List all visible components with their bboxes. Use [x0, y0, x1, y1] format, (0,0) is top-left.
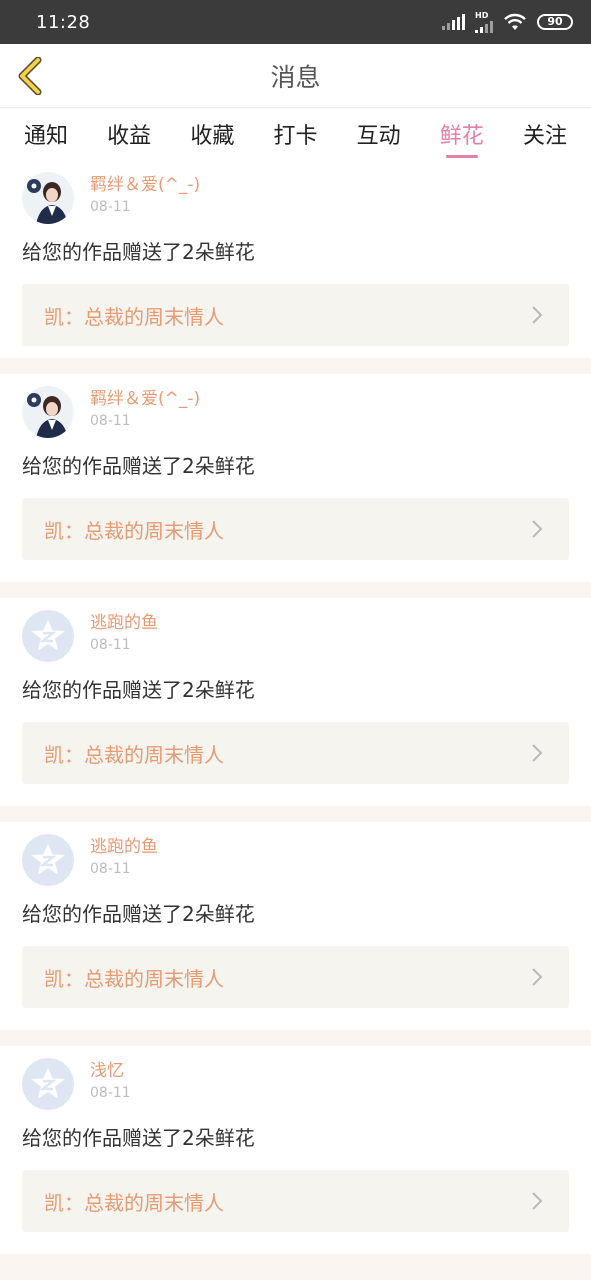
tab-label: 收藏	[190, 124, 235, 149]
tab-label: 收益	[107, 124, 152, 149]
status-icons: HD 90	[442, 10, 573, 33]
default-avatar-icon	[22, 834, 74, 886]
message-card: 逃跑的鱼 08-11 给您的作品赠送了2朵鲜花 凯：总裁的周末情人	[0, 598, 591, 806]
username[interactable]: 羁绊＆爱(^_-)	[90, 174, 200, 196]
user-row: 羁绊＆爱(^_-) 08-11	[22, 386, 569, 438]
user-row: 羁绊＆爱(^_-) 08-11	[22, 172, 569, 224]
tab-favorites[interactable]: 收藏	[190, 108, 234, 158]
user-meta: 逃跑的鱼 08-11	[90, 834, 158, 880]
tab-label: 打卡	[273, 124, 318, 149]
user-row: 逃跑的鱼 08-11	[22, 834, 569, 886]
message-date: 08-11	[90, 1085, 131, 1101]
chevron-right-icon	[527, 967, 547, 987]
hd-signal-icon: HD	[475, 10, 493, 33]
username[interactable]: 逃跑的鱼	[90, 836, 158, 858]
tab-label: 鲜花	[439, 124, 484, 149]
tab-earnings[interactable]: 收益	[107, 108, 151, 158]
message-date: 08-11	[90, 199, 131, 215]
tab-label: 通知	[24, 124, 69, 149]
chevron-right-icon	[527, 519, 547, 539]
chevron-right-icon	[527, 1191, 547, 1211]
status-bar: 11:28 HD 90	[0, 0, 591, 44]
work-link[interactable]: 凯：总裁的周末情人	[22, 722, 569, 784]
username[interactable]: 浅忆	[90, 1060, 131, 1082]
active-tab-indicator	[445, 155, 478, 158]
work-link[interactable]: 凯：总裁的周末情人	[22, 498, 569, 560]
work-title: 凯：总裁的周末情人	[44, 304, 224, 329]
status-time: 11:28	[36, 11, 91, 33]
message-card: 羁绊＆爱(^_-) 08-11 给您的作品赠送了2朵鲜花 凯：总裁的周末情人	[0, 374, 591, 582]
tab-flowers[interactable]: 鲜花	[440, 108, 484, 158]
user-meta: 羁绊＆爱(^_-) 08-11	[90, 386, 200, 432]
message-text: 给您的作品赠送了2朵鲜花	[22, 902, 255, 926]
username[interactable]: 羁绊＆爱(^_-)	[90, 388, 200, 410]
work-link[interactable]: 凯：总裁的周末情人	[22, 284, 569, 346]
work-link[interactable]: 凯：总裁的周末情人	[22, 946, 569, 1008]
back-button[interactable]	[12, 56, 48, 96]
user-avatar[interactable]	[22, 386, 74, 438]
tab-interactions[interactable]: 互动	[357, 108, 401, 158]
message-date: 08-11	[90, 413, 131, 429]
tab-checkin[interactable]: 打卡	[273, 108, 317, 158]
chevron-right-icon	[527, 305, 547, 325]
hd-label: HD	[475, 10, 489, 20]
app-header: 消息	[0, 44, 591, 108]
tab-notifications[interactable]: 通知	[24, 108, 68, 158]
work-title: 凯：总裁的周末情人	[44, 742, 224, 767]
battery-level: 90	[547, 15, 563, 28]
user-row: 浅忆 08-11	[22, 1058, 569, 1110]
back-arrow-icon	[18, 57, 42, 95]
battery-icon: 90	[537, 14, 573, 30]
work-title: 凯：总裁的周末情人	[44, 966, 224, 991]
tab-label: 互动	[356, 124, 401, 149]
photo-avatar-icon	[22, 386, 74, 438]
chevron-right-icon	[527, 743, 547, 763]
user-avatar[interactable]	[22, 172, 74, 224]
user-avatar[interactable]	[22, 610, 74, 662]
user-avatar[interactable]	[22, 834, 74, 886]
message-text: 给您的作品赠送了2朵鲜花	[22, 678, 255, 702]
user-row: 逃跑的鱼 08-11	[22, 610, 569, 662]
signal-icon	[442, 14, 465, 30]
user-meta: 逃跑的鱼 08-11	[90, 610, 158, 656]
message-text: 给您的作品赠送了2朵鲜花	[22, 454, 255, 478]
user-meta: 浅忆 08-11	[90, 1058, 131, 1104]
message-list: 羁绊＆爱(^_-) 08-11 给您的作品赠送了2朵鲜花 凯：总裁的周末情人 羁…	[0, 158, 591, 1254]
work-link[interactable]: 凯：总裁的周末情人	[22, 1170, 569, 1232]
work-title: 凯：总裁的周末情人	[44, 518, 224, 543]
username[interactable]: 逃跑的鱼	[90, 612, 158, 634]
page-title: 消息	[270, 62, 321, 92]
wifi-icon	[504, 13, 526, 30]
work-title: 凯：总裁的周末情人	[44, 1190, 224, 1215]
message-date: 08-11	[90, 861, 131, 877]
message-card: 浅忆 08-11 给您的作品赠送了2朵鲜花 凯：总裁的周末情人	[0, 1046, 591, 1254]
message-date: 08-11	[90, 637, 131, 653]
tab-bar: 通知 收益 收藏 打卡 互动 鲜花 关注	[0, 108, 591, 158]
message-card: 逃跑的鱼 08-11 给您的作品赠送了2朵鲜花 凯：总裁的周末情人	[0, 822, 591, 1030]
message-card: 羁绊＆爱(^_-) 08-11 给您的作品赠送了2朵鲜花 凯：总裁的周末情人	[0, 158, 591, 358]
user-meta: 羁绊＆爱(^_-) 08-11	[90, 172, 200, 218]
default-avatar-icon	[22, 610, 74, 662]
user-avatar[interactable]	[22, 1058, 74, 1110]
tab-label: 关注	[522, 124, 567, 149]
default-avatar-icon	[22, 1058, 74, 1110]
message-text: 给您的作品赠送了2朵鲜花	[22, 1126, 255, 1150]
tab-following[interactable]: 关注	[523, 108, 567, 158]
message-text: 给您的作品赠送了2朵鲜花	[22, 240, 255, 264]
photo-avatar-icon	[22, 172, 74, 224]
